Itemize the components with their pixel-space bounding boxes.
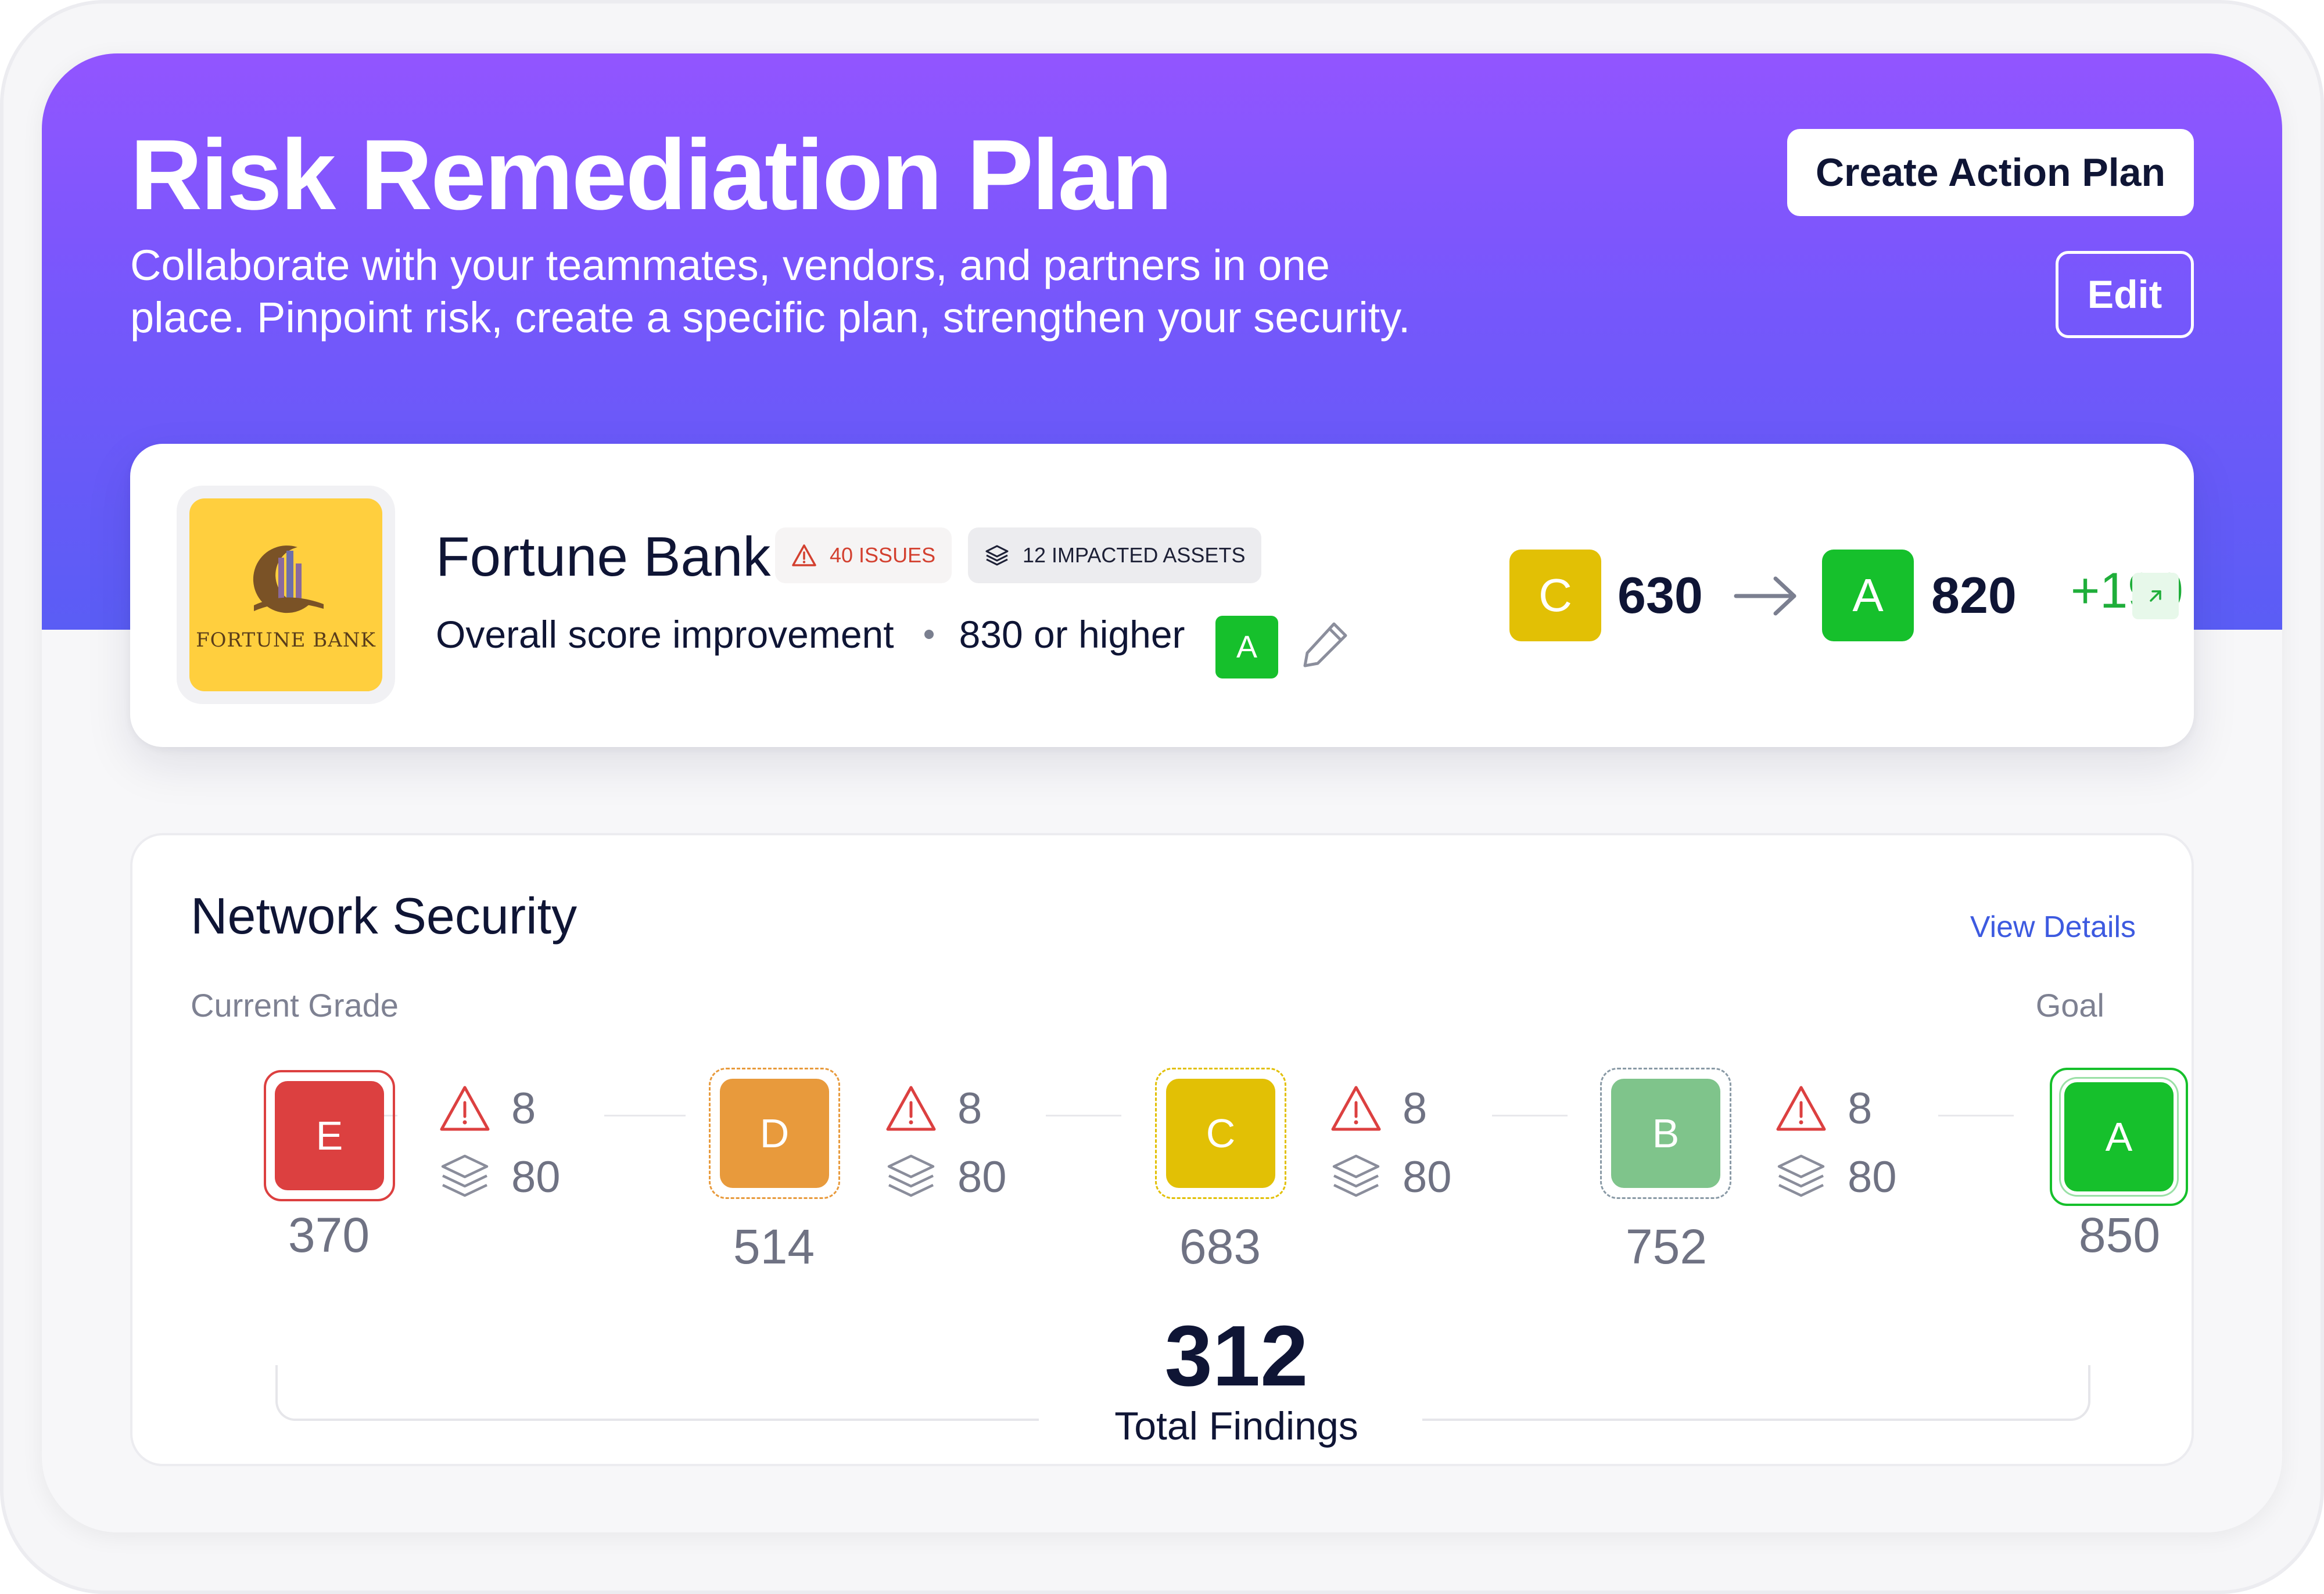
assets-stat: 80 [438,1148,561,1206]
step-stats: 8 80 [1774,1079,1897,1206]
grade-badge: B [1611,1079,1720,1188]
impacted-assets-label: 12 IMPACTED ASSETS [1023,543,1246,567]
total-findings-count: 312 [1164,1308,1308,1404]
pencil-icon[interactable] [1298,616,1354,672]
subtitle-line-1: Collaborate with your teammates, vendors… [130,241,1330,289]
bank-emblem-icon [253,545,324,613]
grade-score: 752 [1625,1219,1708,1274]
grade-score: 683 [1179,1219,1261,1274]
projected-score: 820 [1931,566,2017,624]
grade-badge: D [720,1079,829,1188]
improvement-row: Overall score improvement 830 or higher [436,612,1185,656]
warning-icon [886,1086,936,1131]
target-score-label: 830 or higher [959,613,1185,656]
grade-badge: C [1166,1079,1275,1188]
issues-badge[interactable]: 40 ISSUES [775,527,952,583]
total-findings-label: Total Findings [1114,1404,1358,1448]
projected-grade-badge: A [1822,550,1914,641]
connector-line [1492,1115,1568,1116]
target-grade-badge: A [1215,616,1278,678]
current-score: 630 [1618,566,1703,624]
view-details-link[interactable]: View Details [1970,910,2136,945]
layers-icon [1332,1154,1380,1197]
layers-icon [441,1154,489,1197]
step-stats: 8 80 [884,1079,1007,1206]
assets-count: 80 [1848,1152,1897,1202]
warning-icon [1776,1086,1826,1131]
warning-icon [792,544,816,566]
issues-count: 8 [1848,1083,1873,1133]
edit-button[interactable]: Edit [2056,251,2194,338]
page-subtitle: Collaborate with your teammates, vendors… [130,239,1466,344]
grade-score: 850 [2078,1208,2161,1262]
warning-icon [1331,1086,1381,1131]
current-grade-label: Current Grade [191,987,399,1024]
connector-line [604,1115,686,1116]
company-logo: FORTUNE BANK [189,498,382,691]
issues-count: 8 [957,1083,982,1133]
grade-ring: A [2050,1068,2188,1206]
app-window: Risk Remediation Plan Collaborate with y… [42,53,2282,1532]
connector-line [1938,1115,2014,1116]
trend-up-badge [2132,573,2179,619]
connector-line [1046,1115,1121,1116]
issues-stat: 8 [438,1079,561,1137]
grade-score: 370 [288,1208,370,1262]
arrow-right-icon [1734,576,1796,616]
issues-count: 8 [511,1083,536,1133]
goal-label: Goal [2035,987,2104,1024]
subtitle-line-2: place. Pinpoint risk, create a specific … [130,293,1411,342]
grade-badge: E [275,1081,384,1190]
grade-ring: D [709,1068,840,1199]
issues-badge-label: 40 ISSUES [830,543,936,567]
issues-stat: 8 [1774,1079,1897,1137]
improvement-label: Overall score improvement [436,613,894,656]
grade-ring: C [1155,1068,1286,1199]
grade-score: 514 [733,1219,815,1274]
separator-dot [924,630,934,639]
layers-icon [1777,1154,1825,1197]
create-action-plan-button[interactable]: Create Action Plan [1787,129,2194,216]
issues-count: 8 [1403,1083,1428,1133]
company-name: Fortune Bank [436,526,771,588]
layers-icon [985,545,1009,566]
grade-badge: A [2064,1082,2174,1191]
assets-stat: 80 [1329,1148,1452,1206]
warning-icon [440,1086,490,1131]
company-card: FORTUNE BANK Fortune Bank 40 ISSUES 12 I… [130,444,2194,747]
company-logo-text: FORTUNE BANK [196,629,376,652]
step-stats: 8 80 [438,1079,561,1206]
page-title: Risk Remediation Plan [130,119,1172,231]
assets-stat: 80 [884,1148,1007,1206]
current-grade-badge: C [1509,550,1601,641]
section-title: Network Security [191,887,578,945]
impacted-assets-badge[interactable]: 12 IMPACTED ASSETS [968,527,1262,583]
assets-count: 80 [957,1152,1007,1202]
company-logo-frame: FORTUNE BANK [177,486,395,704]
step-stats: 8 80 [1329,1079,1452,1206]
grade-ring: E [264,1070,395,1201]
assets-count: 80 [511,1152,561,1202]
layers-icon [887,1154,935,1197]
arrow-up-right-icon [2150,590,2161,602]
assets-count: 80 [1403,1152,1452,1202]
network-security-card: Network Security View Details Current Gr… [130,833,2194,1466]
issues-stat: 8 [884,1079,1007,1137]
grade-ring: B [1600,1068,1731,1199]
assets-stat: 80 [1774,1148,1897,1206]
issues-stat: 8 [1329,1079,1452,1137]
